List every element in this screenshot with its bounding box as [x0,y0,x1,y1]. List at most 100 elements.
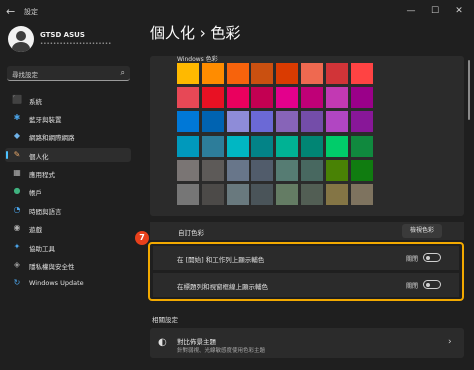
toggle-state-start-taskbar: 關閉 [406,256,419,263]
color-swatch[interactable] [325,111,348,133]
scrollbar[interactable] [468,60,470,120]
page-title: 個人化 › 色彩 [150,24,241,42]
contrast-themes-row[interactable]: ◐ 對比佈景主題 針對弱視、光線敏感度使用色彩主題 › [150,328,464,358]
color-swatch[interactable] [276,111,299,133]
color-swatch[interactable] [177,111,199,133]
view-colors-button[interactable]: 檢視色彩 [402,224,442,238]
color-swatch[interactable] [226,111,249,133]
color-swatch[interactable] [177,159,199,181]
toggle-label-start-taskbar: 在 [開始] 和工作列上顯示輔色 [177,256,265,264]
color-swatch[interactable] [350,159,373,181]
sidebar-icon: ⬛ [12,95,22,104]
search-input[interactable]: 尋找設定 ⌕ [7,66,130,81]
toggle-row-title-bars: 在標題列和視窗框線上顯示輔色 關閉 [153,273,459,297]
sidebar-item-0[interactable]: ⬛ 系統 [5,93,131,107]
sidebar-icon: ✦ [13,242,21,251]
sidebar-item-5[interactable]: ● 帳戶 [5,184,131,198]
user-email: •••••••••••••••••••••• [40,41,112,47]
sidebar-item-10[interactable]: ↻ Windows Update [5,276,131,290]
close-button[interactable]: ✕ [452,5,466,17]
color-swatch[interactable] [201,63,224,84]
color-swatch[interactable] [251,159,274,181]
title-bar: ← 設定 — ☐ ✕ [0,0,474,24]
minimize-button[interactable]: — [404,5,418,17]
color-swatch[interactable] [251,135,274,157]
color-swatch[interactable] [301,111,323,133]
sidebar-icon: ● [13,186,21,195]
app-title: 設定 [24,8,38,16]
color-swatch[interactable] [276,184,299,205]
color-swatch[interactable] [325,135,348,157]
color-swatch[interactable] [201,87,224,109]
contrast-title: 對比佈景主題 [177,338,216,346]
color-swatch[interactable] [226,63,249,84]
color-swatch[interactable] [350,63,373,84]
sidebar-icon: ◔ [13,205,21,214]
color-swatch[interactable] [251,63,274,84]
color-swatch[interactable] [325,87,348,109]
color-swatch[interactable] [276,159,299,181]
color-swatch[interactable] [251,87,274,109]
sidebar-item-2[interactable]: ◆ 網路和網際網路 [5,129,131,143]
sidebar-icon: ✎ [13,150,21,159]
color-swatch[interactable] [177,87,199,109]
sidebar-item-6[interactable]: ◔ 時間與語言 [5,203,131,217]
toggle-row-start-taskbar: 在 [開始] 和工作列上顯示輔色 關閉 [153,246,459,270]
sidebar-icon: ◆ [13,131,21,140]
sidebar-item-4[interactable]: ▦ 應用程式 [5,166,131,180]
toggle-switch-title-bars[interactable] [423,280,441,289]
color-swatch[interactable] [350,111,373,133]
maximize-button[interactable]: ☐ [428,5,442,17]
sidebar-item-1[interactable]: ✱ 藍牙與裝置 [5,111,131,125]
color-swatch[interactable] [201,135,224,157]
toggle-state-title-bars: 關閉 [406,283,419,290]
color-swatch[interactable] [201,159,224,181]
sidebar-item-label: 時間與語言 [29,208,62,216]
color-swatch[interactable] [276,87,299,109]
color-swatch[interactable] [177,135,199,157]
chevron-right-icon: › [448,337,452,347]
color-swatch[interactable] [301,87,323,109]
color-swatch[interactable] [226,159,249,181]
color-swatch[interactable] [177,63,199,84]
custom-color-label: 自訂色彩 [178,229,204,237]
sidebar-item-label: 應用程式 [29,171,55,179]
color-swatch[interactable] [201,184,224,205]
color-swatch[interactable] [325,159,348,181]
related-settings-heading: 相關設定 [152,316,178,324]
color-swatch[interactable] [276,135,299,157]
sidebar-item-8[interactable]: ✦ 協助工具 [5,240,131,254]
color-swatch[interactable] [177,184,199,205]
color-swatch[interactable] [350,184,373,205]
search-icon: ⌕ [120,68,125,77]
sidebar-item-label: 藍牙與裝置 [29,116,62,124]
sidebar-item-9[interactable]: ◈ 隱私權與安全性 [5,258,131,272]
sidebar-icon: ▦ [13,168,21,177]
color-swatch[interactable] [226,87,249,109]
color-swatch[interactable] [226,184,249,205]
sidebar-item-label: 隱私權與安全性 [29,263,75,271]
sidebar-item-7[interactable]: ◉ 遊戲 [5,221,131,235]
color-swatch[interactable] [251,184,274,205]
sidebar-item-3[interactable]: ✎ 個人化 [5,148,131,162]
avatar[interactable] [8,26,34,52]
color-swatch[interactable] [301,63,323,84]
sidebar-item-label: 遊戲 [29,226,42,234]
color-swatch[interactable] [226,135,249,157]
sidebar-icon: ◈ [13,260,21,269]
color-swatch[interactable] [201,111,224,133]
sidebar-item-label: Windows Update [29,279,84,287]
color-swatch[interactable] [325,63,348,84]
back-arrow-icon[interactable]: ← [6,6,20,18]
color-swatch[interactable] [301,159,323,181]
custom-color-row: 自訂色彩 檢視色彩 [150,222,464,240]
color-swatch[interactable] [301,184,323,205]
color-swatch[interactable] [350,135,373,157]
toggle-switch-start-taskbar[interactable] [423,253,441,262]
color-swatch[interactable] [325,184,348,205]
color-swatch[interactable] [350,87,373,109]
color-swatch[interactable] [276,63,299,84]
contrast-subtitle: 針對弱視、光線敏感度使用色彩主題 [177,348,266,354]
color-swatch[interactable] [251,111,274,133]
color-swatch[interactable] [301,135,323,157]
